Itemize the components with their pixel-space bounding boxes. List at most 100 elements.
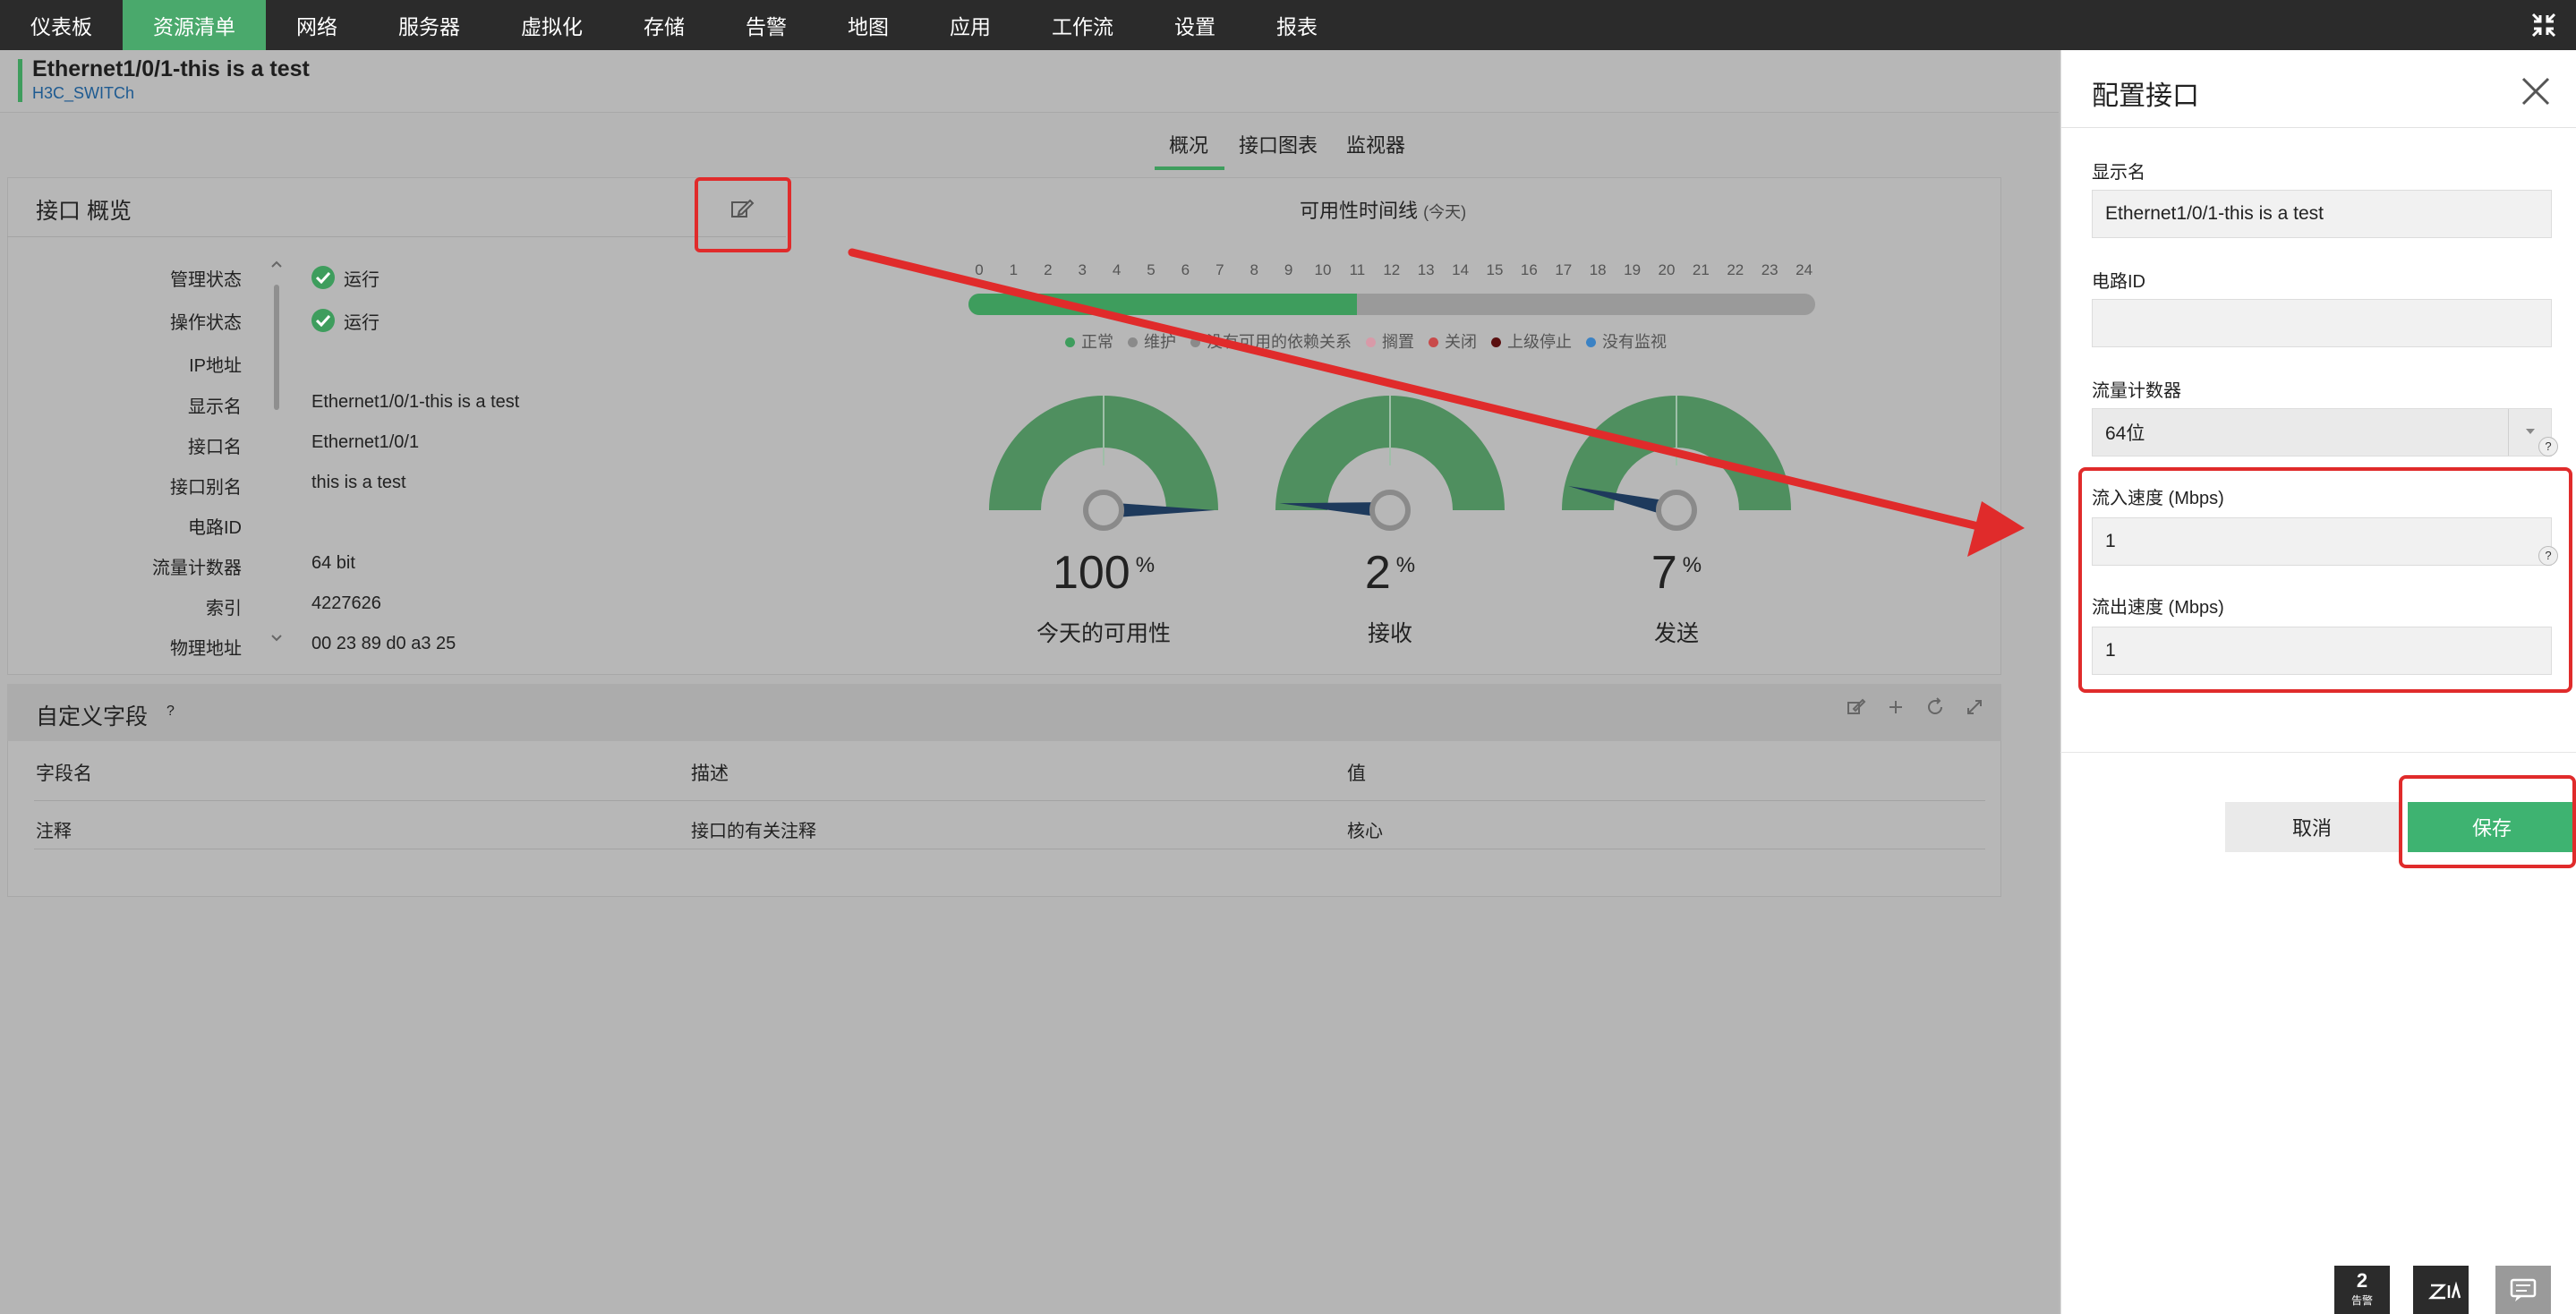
index-value: 4227626 [311, 593, 381, 613]
display-name-value: Ethernet1/0/1-this is a test [311, 392, 520, 412]
oper-status-value: 运行 [344, 313, 380, 333]
timeline-hour-label: 7 [1215, 261, 1224, 278]
admin-status-label: 管理状态 [170, 270, 242, 290]
nav-apps[interactable]: 应用 [919, 0, 1021, 50]
edit-icon[interactable] [1846, 696, 1867, 718]
scroll-down-icon[interactable] [270, 632, 283, 644]
circuit-id-input[interactable] [2092, 299, 2552, 347]
legend-item: 没有可用的依赖关系 [1190, 329, 1352, 353]
legend-label: 没有监视 [1602, 333, 1667, 351]
gauge-value: 100% [996, 546, 1211, 600]
timeline-hour-label: 12 [1383, 261, 1401, 278]
tab-overview[interactable]: 概况 [1169, 130, 1208, 158]
timeline-hour-label: 14 [1452, 261, 1470, 278]
legend-dot [1065, 337, 1075, 347]
legend-item: 搁置 [1366, 329, 1414, 353]
legend-dot [1586, 337, 1596, 347]
alarm-count-label: 告警 [2350, 1294, 2373, 1307]
legend-dot [1128, 337, 1138, 347]
collapse-icon[interactable] [2529, 11, 2558, 39]
display-name-label: 显示名 [188, 397, 242, 417]
legend-item: 关闭 [1429, 329, 1477, 353]
custom-fields-header [7, 684, 2001, 741]
nav-servers[interactable]: 服务器 [368, 0, 490, 50]
nav-alarms[interactable]: 告警 [715, 0, 817, 50]
timeline-hour-label: 21 [1692, 261, 1710, 278]
close-icon[interactable] [2520, 75, 2552, 107]
nav-settings[interactable]: 设置 [1144, 0, 1246, 50]
circuit-id-label: 电路ID [188, 518, 242, 538]
timeline-period: (今天) [1423, 203, 1467, 221]
timeline-hour-label: 6 [1181, 261, 1190, 278]
gauge-hub [1656, 490, 1697, 531]
overview-title: 接口 概览 [36, 199, 132, 224]
chat-icon[interactable] [2495, 1266, 2551, 1314]
mac-address-value: 00 23 89 d0 a3 25 [311, 634, 456, 653]
display-name-input[interactable]: Ethernet1/0/1-this is a test [2092, 190, 2552, 238]
nav-maps[interactable]: 地图 [817, 0, 919, 50]
nav-network[interactable]: 网络 [266, 0, 368, 50]
timeline-hour-label: 16 [1520, 261, 1538, 278]
index-label: 索引 [206, 599, 242, 619]
overview-divider [7, 236, 786, 237]
gauge-chart [989, 396, 1218, 531]
timeline-hour-label: 0 [975, 261, 984, 278]
timeline-hour-label: 19 [1624, 261, 1642, 278]
table-cell-field-name: 注释 [36, 822, 72, 841]
overview-scrollbar[interactable] [274, 285, 279, 410]
legend-label: 上级停止 [1507, 333, 1572, 351]
tab-monitors[interactable]: 监视器 [1346, 130, 1405, 158]
legend-dot [1429, 337, 1438, 347]
table-cell-value: 核心 [1347, 822, 1383, 841]
alarm-counter[interactable]: 2 告警 [2334, 1266, 2390, 1314]
custom-fields-title: 自定义字段 [36, 704, 149, 730]
device-link[interactable]: H3C_SWITCh [32, 84, 134, 103]
title-bar: Ethernet1/0/1-this is a test H3C_SWITCh [0, 50, 2059, 113]
gauge-value-unit: % [1135, 552, 1156, 577]
traffic-counter-selected: 64位 [2105, 423, 2145, 444]
refresh-icon[interactable] [1924, 696, 1946, 718]
timeline-hour-label: 15 [1486, 261, 1504, 278]
interface-alias-label: 接口别名 [170, 478, 242, 498]
add-icon[interactable] [1885, 696, 1906, 718]
timeline-hour-label: 22 [1727, 261, 1744, 278]
availability-bar-up [968, 294, 1357, 315]
check-icon [311, 266, 335, 289]
gauge-hub [1083, 490, 1124, 531]
gauge-caption: 今天的可用性 [1036, 621, 1171, 646]
timeline-hour-label: 1 [1009, 261, 1019, 278]
timeline-hour-label: 13 [1417, 261, 1435, 278]
traffic-counter-field-label: 流量计数器 [2092, 381, 2181, 401]
nav-dashboard[interactable]: 仪表板 [0, 0, 123, 50]
mac-address-label: 物理地址 [170, 639, 242, 659]
legend-item: 上级停止 [1491, 329, 1572, 353]
speed-fields-highlight-box [2078, 467, 2572, 693]
alarm-count: 2 [2356, 1269, 2368, 1292]
legend-label: 维护 [1144, 333, 1176, 351]
circuit-id-field-label: 电路ID [2092, 272, 2145, 292]
nav-inventory[interactable]: 资源清单 [123, 0, 266, 50]
interface-name-label: 接口名 [188, 438, 242, 457]
edit-icon[interactable] [729, 195, 755, 222]
legend-label: 没有可用的依赖关系 [1207, 333, 1352, 351]
cancel-button[interactable]: 取消 [2225, 802, 2399, 852]
nav-reports[interactable]: 报表 [1246, 0, 1348, 50]
page-title: Ethernet1/0/1-this is a test [32, 56, 310, 81]
nav-storage[interactable]: 存储 [613, 0, 715, 50]
nav-virtualization[interactable]: 虚拟化 [490, 0, 613, 50]
ip-address-label: IP地址 [189, 356, 242, 376]
traffic-counter-select[interactable]: 64位 [2092, 408, 2552, 456]
nav-workflow[interactable]: 工作流 [1021, 0, 1144, 50]
interface-name-value: Ethernet1/0/1 [311, 432, 420, 452]
scroll-up-icon[interactable] [270, 258, 283, 270]
zia-assistant-icon[interactable] [2413, 1266, 2469, 1314]
in-speed-help-icon[interactable]: ? [2538, 437, 2558, 456]
admin-status-value: 运行 [344, 270, 380, 290]
expand-icon[interactable] [1964, 696, 1985, 718]
custom-fields-help-icon[interactable]: ? [166, 704, 175, 720]
timeline-hour-label: 11 [1349, 261, 1366, 278]
tab-interface-charts[interactable]: 接口图表 [1239, 130, 1318, 158]
timeline-hour-label: 10 [1314, 261, 1332, 278]
gauge-value-number: 100 [1052, 547, 1130, 599]
legend-item: 没有监视 [1586, 329, 1667, 353]
